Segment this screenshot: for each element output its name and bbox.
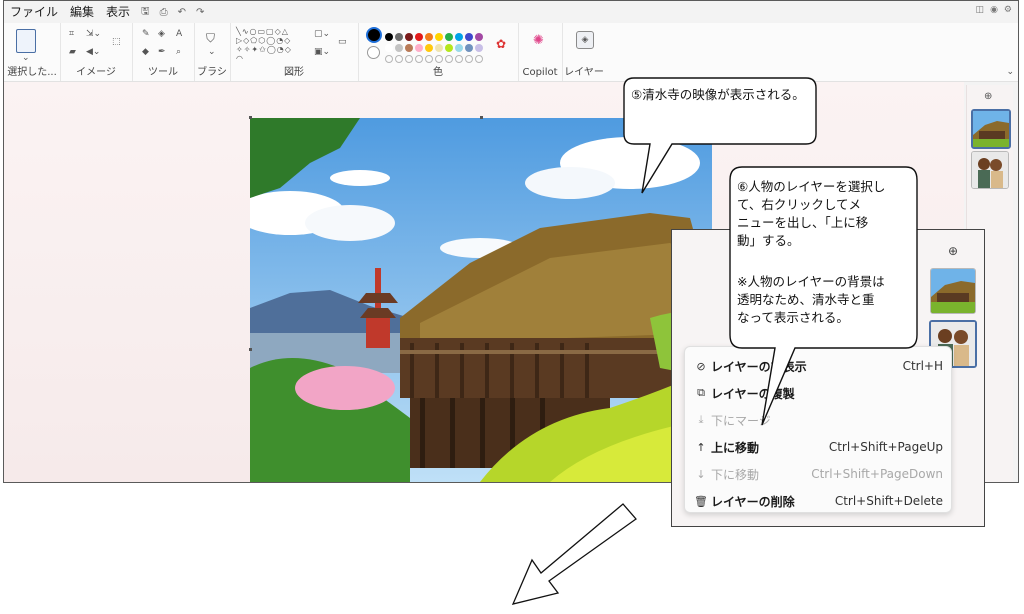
callout-6-text-main: ⑥人物のレイヤーを選択し て、右クリックしてメ ニューを出し、「上に移 動」する… xyxy=(737,179,886,248)
callout-6-text-note: ※人物のレイヤーの背景は 透明なため、清水寺と重 なって表示される。 xyxy=(737,274,885,325)
callout-5-text: ⑤清水寺の映像が表示される。 xyxy=(631,87,805,102)
down-left-arrow-icon xyxy=(511,503,637,605)
